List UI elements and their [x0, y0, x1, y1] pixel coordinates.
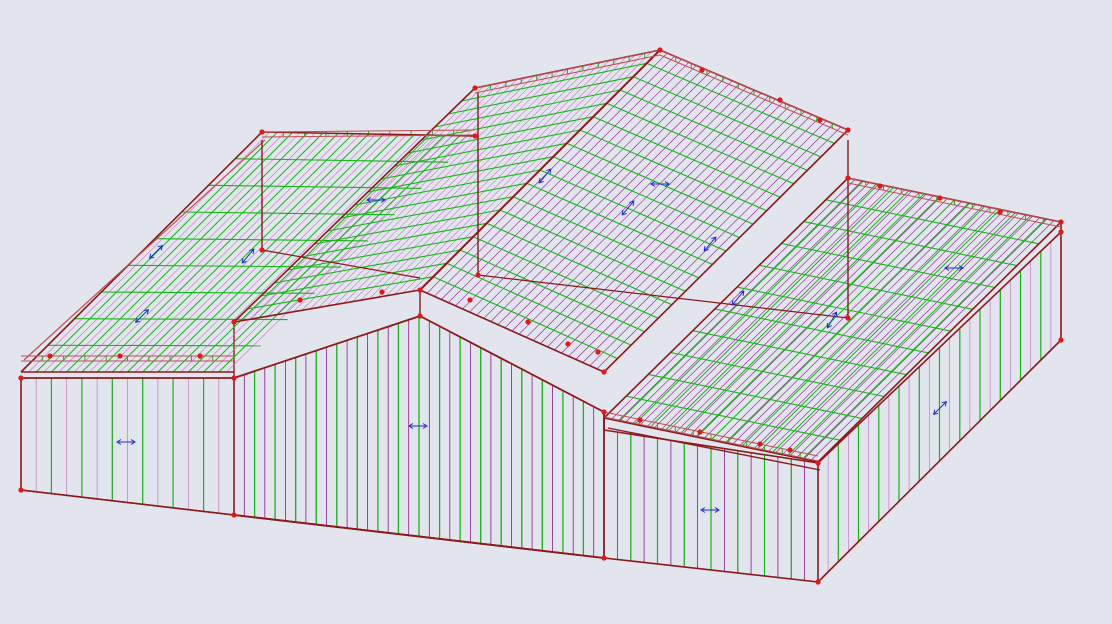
roof-purlin [646, 62, 835, 144]
member-direction-arrow-icon [116, 439, 136, 445]
node-joint-icon[interactable] [417, 313, 423, 319]
member-direction-arrow-icon [366, 197, 386, 203]
member-direction-arrow-icon [700, 507, 720, 513]
node-joint-icon[interactable] [379, 289, 385, 295]
roof-purlin [633, 76, 822, 158]
roof-rafter [741, 205, 986, 447]
roof-sheet [696, 196, 941, 438]
node-joint-icon[interactable] [937, 195, 943, 201]
roof-purlin [593, 116, 781, 198]
node-joint-icon[interactable] [472, 133, 478, 139]
roof-sheet [703, 198, 948, 439]
node-joint-icon[interactable] [231, 319, 237, 325]
node-joint-icon[interactable] [757, 441, 763, 447]
node-joint-icon[interactable] [657, 47, 663, 53]
node-joint-icon[interactable] [525, 319, 531, 325]
node-joint-icon[interactable] [18, 487, 24, 493]
node-joint-icon[interactable] [637, 417, 643, 423]
roof-edge [603, 129, 849, 373]
node-joint-icon[interactable] [197, 353, 203, 359]
roof-purlin [526, 182, 713, 265]
node-joint-icon[interactable] [815, 579, 821, 585]
ridge-beam [419, 49, 661, 291]
member-direction-arrow-icon [650, 181, 670, 187]
node-joint-icon[interactable] [117, 353, 123, 359]
node-joint-icon[interactable] [1058, 229, 1064, 235]
member-direction-arrow-icon [621, 200, 635, 216]
roof-purlin [539, 169, 727, 252]
roof-edge [233, 87, 476, 323]
member-direction-arrow-icon [944, 265, 964, 271]
roof-purlin [433, 276, 618, 360]
node-joint-icon[interactable] [697, 429, 703, 435]
roof-rafter [710, 199, 955, 441]
building-wireframe-model[interactable] [0, 0, 1112, 624]
node-joint-icon[interactable] [1058, 219, 1064, 225]
node-joint-icon[interactable] [595, 349, 601, 355]
roof-purlin [553, 156, 740, 239]
node-joint-icon[interactable] [601, 555, 607, 561]
roof-sheeting [28, 51, 1055, 461]
node-joint-icon[interactable] [845, 127, 851, 133]
eave-beam [261, 249, 421, 279]
member-direction-arrow-icon [241, 248, 255, 264]
node-joint-icon[interactable] [417, 287, 423, 293]
node-joint-icon[interactable] [601, 409, 607, 415]
roof-sheet [725, 202, 969, 444]
member-direction-arrow-icon [826, 311, 838, 329]
node-joint-icon[interactable] [699, 67, 705, 73]
eave-band [659, 54, 849, 136]
node-joint-icon[interactable] [877, 183, 883, 189]
roof-sheet [767, 211, 1012, 452]
roof-sheet [653, 188, 898, 429]
roof-purlin [367, 156, 554, 193]
node-joint-icon[interactable] [845, 315, 851, 321]
roof-purlin [499, 209, 686, 292]
member-direction-arrow-icon [408, 423, 428, 429]
node-joint-icon[interactable] [472, 85, 478, 91]
node-joint-icon[interactable] [1058, 337, 1064, 343]
roof-purlin [513, 196, 700, 279]
node-joint-icon[interactable] [259, 247, 265, 253]
roof-purlin [486, 222, 673, 306]
node-joint-icon[interactable] [817, 117, 823, 123]
member-direction-arrow-icon [703, 236, 717, 252]
node-joint-icon[interactable] [777, 97, 783, 103]
node-joint-icon[interactable] [297, 297, 303, 303]
roof-purlin [606, 102, 795, 185]
node-joint-icon[interactable] [467, 297, 473, 303]
node-joint-icon[interactable] [601, 369, 607, 375]
eave-band [847, 182, 1062, 228]
node-joint-icon[interactable] [18, 375, 24, 381]
node-joint-icon[interactable] [787, 447, 793, 453]
node-joint-icon[interactable] [475, 272, 481, 278]
gable-frame [233, 315, 421, 379]
node-joint-icon[interactable] [815, 460, 821, 466]
roof-sheet [682, 193, 927, 435]
node-joint-icon[interactable] [845, 175, 851, 181]
node-joint-icon[interactable] [259, 129, 265, 135]
roof-purlin [579, 129, 767, 212]
roof-sheet [789, 215, 1033, 457]
roof-purlin [446, 262, 632, 346]
member-direction-arrow-icon [148, 244, 164, 260]
roof-sheet [717, 201, 962, 442]
roof-sheet [739, 205, 984, 447]
node-joint-icon[interactable] [565, 341, 571, 347]
node-joint-icon[interactable] [231, 512, 237, 518]
node-joint-icon[interactable] [231, 375, 237, 381]
node-joint-icon[interactable] [997, 209, 1003, 215]
roof-edge [23, 139, 266, 361]
3d-viewport[interactable] [0, 0, 1112, 624]
eave-band [474, 54, 661, 94]
node-joint-icon[interactable] [47, 353, 53, 359]
purlins-and-girts [35, 53, 1047, 579]
